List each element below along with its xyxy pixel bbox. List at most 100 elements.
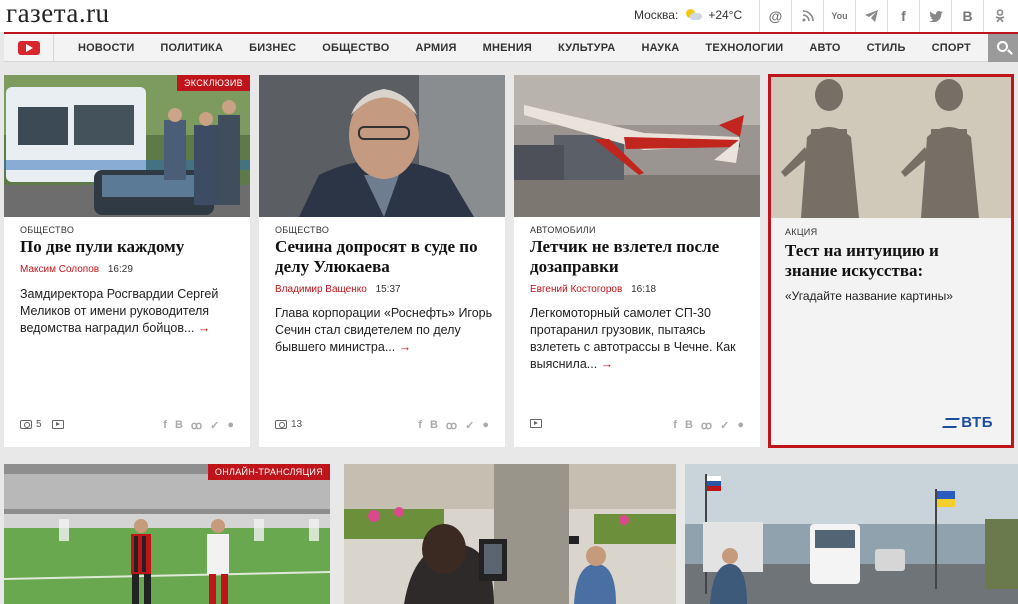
odnoklassniki-share-icon[interactable]: ꝏ <box>701 419 712 432</box>
twitter-share-icon[interactable]: ✓ <box>720 419 729 432</box>
nav-menu: НОВОСТИ ПОЛИТИКА БИЗНЕС ОБЩЕСТВО АРМИЯ М… <box>54 34 984 62</box>
play-icon <box>17 40 40 55</box>
bottom-news-card[interactable] <box>344 464 676 604</box>
card-lead-text: Глава корпорации «Роснефть» Игорь Сечин … <box>275 306 493 354</box>
camera-icon <box>275 420 287 429</box>
facebook-icon[interactable]: f <box>887 0 919 32</box>
nav-item-politics[interactable]: ПОЛИТИКА <box>147 42 236 54</box>
card-lead[interactable]: Замдиректора Росгвардии Сергей Меликов о… <box>20 286 240 337</box>
nav-item-opinions[interactable]: МНЕНИЯ <box>470 42 545 54</box>
nav-item-sport[interactable]: СПОРТ <box>919 42 984 54</box>
odnoklassniki-share-icon[interactable]: ꝏ <box>191 419 202 432</box>
camera-icon <box>20 420 32 429</box>
social-links: @ You f B <box>759 0 1015 32</box>
nav-item-society[interactable]: ОБЩЕСТВО <box>309 42 402 54</box>
email-icon[interactable]: @ <box>759 0 791 32</box>
promo-card[interactable]: АКЦИЯ Тест на интуицию и знание искусств… <box>768 74 1014 448</box>
nav-item-business[interactable]: БИЗНЕС <box>236 42 309 54</box>
partly-cloudy-icon <box>684 9 703 21</box>
globe-share-icon[interactable]: ● <box>227 419 234 432</box>
odnoklassniki-icon[interactable] <box>983 0 1015 32</box>
card-lead[interactable]: Легкомоторный самолет СП-30 протаранил г… <box>530 305 750 373</box>
globe-share-icon[interactable]: ● <box>737 419 744 432</box>
news-photo-plane[interactable] <box>514 75 760 217</box>
card-lead-text: Легкомоторный самолет СП-30 протаранил г… <box>530 306 736 371</box>
vk-share-icon[interactable]: B <box>430 419 438 432</box>
card-author[interactable]: Евгений Костогоров <box>530 284 622 295</box>
bottom-news-card[interactable]: ОНЛАЙН-ТРАНСЛЯЦИЯ <box>4 464 330 604</box>
news-card[interactable]: ЭКСКЛЮЗИВ ОБЩЕСТВО По две пули каждому М… <box>4 75 250 447</box>
card-author[interactable]: Владимир Ващенко <box>275 284 367 295</box>
card-lead[interactable]: Глава корпорации «Роснефть» Игорь Сечин … <box>275 305 495 356</box>
read-more-arrow-icon[interactable]: → <box>399 340 412 354</box>
live-badge: ОНЛАЙН-ТРАНСЛЯЦИЯ <box>207 464 330 480</box>
main-navigation: НОВОСТИ ПОЛИТИКА БИЗНЕС ОБЩЕСТВО АРМИЯ М… <box>4 32 1018 62</box>
share-icons: f B ꝏ ✓ ● <box>418 419 489 432</box>
football-photo <box>4 464 330 604</box>
weather-widget[interactable]: Москва: +24°C <box>634 8 742 22</box>
card-footer: f B ꝏ ✓ ● <box>530 419 744 433</box>
card-time: 15:37 <box>375 284 401 295</box>
weather-city: Москва: <box>634 8 679 22</box>
card-title[interactable]: Сечина допросят в суде по делу Улюкаева <box>275 237 495 277</box>
card-category[interactable]: ОБЩЕСТВО <box>20 225 74 235</box>
globe-share-icon[interactable]: ● <box>482 419 489 432</box>
card-title[interactable]: По две пули каждому <box>20 237 240 257</box>
photo-count: 5 <box>36 419 42 430</box>
read-more-arrow-icon[interactable]: → <box>198 321 211 335</box>
nav-item-army[interactable]: АРМИЯ <box>403 42 470 54</box>
vtb-logo-text: ВТБ <box>961 414 993 431</box>
share-icons: f B ꝏ ✓ ● <box>673 419 744 432</box>
card-category[interactable]: АКЦИЯ <box>785 227 817 237</box>
promo-title[interactable]: Тест на интуицию и знание искусства: <box>785 241 995 281</box>
facebook-share-icon[interactable]: f <box>163 419 167 432</box>
nav-item-style[interactable]: СТИЛЬ <box>854 42 919 54</box>
bottom-news-card[interactable] <box>685 464 1018 604</box>
nav-item-culture[interactable]: КУЛЬТУРА <box>545 42 628 54</box>
card-meta: Владимир Ващенко 15:37 <box>275 284 401 295</box>
youtube-icon[interactable]: You <box>823 0 855 32</box>
video-icon <box>530 419 542 428</box>
news-photo-police[interactable] <box>4 75 250 217</box>
vtb-logo[interactable]: ВТБ <box>942 414 993 431</box>
weather-temp: +24°C <box>708 8 743 22</box>
nav-item-technology[interactable]: ТЕХНОЛОГИИ <box>692 42 796 54</box>
card-meta: Евгений Костогоров 16:18 <box>530 284 656 295</box>
card-footer: 5 f B ꝏ ✓ ● <box>20 419 234 433</box>
twitter-icon[interactable] <box>919 0 951 32</box>
promo-lead[interactable]: «Угадайте название картины» <box>785 288 1005 305</box>
facebook-share-icon[interactable]: f <box>673 419 677 432</box>
card-title[interactable]: Летчик не взлетел после дозаправки <box>530 237 750 277</box>
rss-icon[interactable] <box>791 0 823 32</box>
card-author[interactable]: Максим Солопов <box>20 264 99 275</box>
vk-icon[interactable]: B <box>951 0 983 32</box>
card-meta: Максим Солопов 16:29 <box>20 264 133 275</box>
media-counts: 13 <box>275 419 302 430</box>
share-icons: f B ꝏ ✓ ● <box>163 419 234 432</box>
nav-item-auto[interactable]: АВТО <box>796 42 853 54</box>
odnoklassniki-share-icon[interactable]: ꝏ <box>446 419 457 432</box>
news-card[interactable]: АВТОМОБИЛИ Летчик не взлетел после дозап… <box>514 75 760 447</box>
search-button[interactable] <box>988 34 1018 62</box>
twitter-share-icon[interactable]: ✓ <box>210 419 219 432</box>
vk-share-icon[interactable]: B <box>685 419 693 432</box>
nav-item-news[interactable]: НОВОСТИ <box>54 42 147 54</box>
vk-share-icon[interactable]: B <box>175 419 183 432</box>
card-category[interactable]: ОБЩЕСТВО <box>275 225 329 235</box>
promo-art-image[interactable] <box>771 77 1011 218</box>
news-photo-man[interactable] <box>259 75 505 217</box>
news-card[interactable]: ОБЩЕСТВО Сечина допросят в суде по делу … <box>259 75 505 447</box>
video-section-button[interactable] <box>4 33 54 62</box>
site-logo[interactable]: газета.ru <box>6 0 110 29</box>
tourists-photo <box>344 464 676 604</box>
card-lead-text: Замдиректора Росгвардии Сергей Меликов о… <box>20 287 219 335</box>
telegram-icon[interactable] <box>855 0 887 32</box>
vtb-logo-icon <box>942 417 961 428</box>
media-counts <box>530 419 542 428</box>
twitter-share-icon[interactable]: ✓ <box>465 419 474 432</box>
read-more-arrow-icon[interactable]: → <box>601 357 614 371</box>
card-footer: 13 f B ꝏ ✓ ● <box>275 419 489 433</box>
facebook-share-icon[interactable]: f <box>418 419 422 432</box>
card-category[interactable]: АВТОМОБИЛИ <box>530 225 596 235</box>
nav-item-science[interactable]: НАУКА <box>628 42 692 54</box>
